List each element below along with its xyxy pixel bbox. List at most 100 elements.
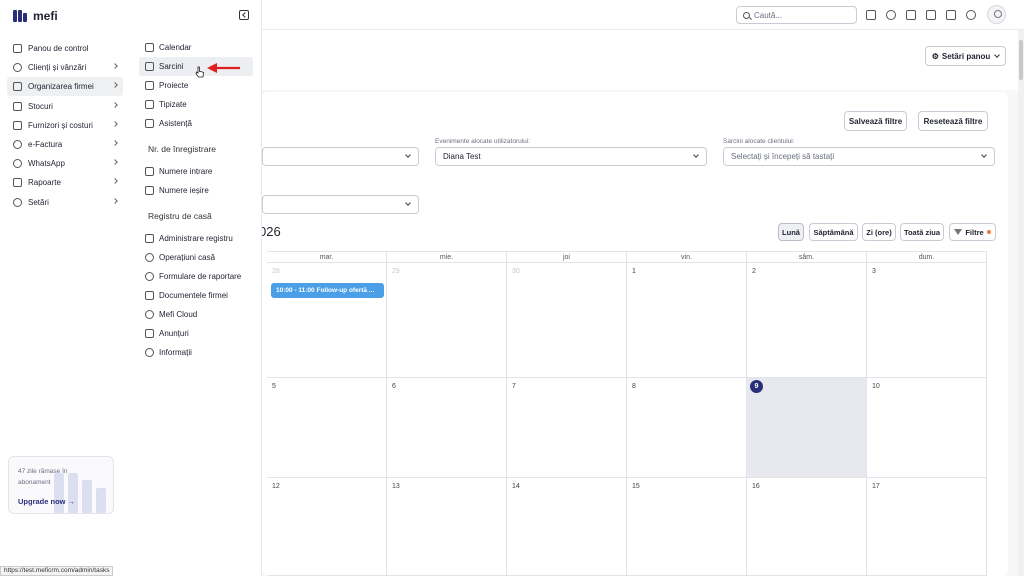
submenu-label: Administrare registru	[159, 234, 233, 243]
submenu-item-outgoing-numbers[interactable]: Numere ieșire	[139, 181, 253, 200]
sidebar-item-settings[interactable]: Setări	[7, 193, 123, 212]
sidebar-item-label: Organizarea firmei	[28, 82, 94, 92]
day-number: 14	[512, 483, 520, 490]
logo-icon	[13, 10, 29, 22]
checklist-icon[interactable]	[926, 10, 936, 20]
sidebar-item-suppliers[interactable]: Furnizori și costuri	[7, 116, 123, 135]
calendar-day-cell[interactable]: 17	[867, 478, 987, 576]
calendar-day-cell[interactable]: 14	[507, 478, 627, 576]
sidebar-item-efactura[interactable]: e-Factura	[7, 135, 123, 154]
save-filters-button[interactable]: Salvează filtre	[844, 111, 907, 131]
filter-select-1[interactable]	[262, 147, 419, 166]
chevron-down-icon	[405, 200, 411, 206]
chevron-right-icon	[112, 82, 118, 89]
calendar-day-cell[interactable]: 28	[267, 263, 387, 378]
bell-icon[interactable]	[966, 10, 976, 20]
upgrade-card: 47 zile rămase în abonament Upgrade now …	[8, 456, 114, 514]
calendar-day-cell[interactable]: 6	[387, 378, 507, 478]
messages-icon[interactable]	[946, 10, 956, 20]
reset-filters-button[interactable]: Resetează filtre	[918, 111, 988, 131]
day-header: sâm.	[747, 251, 867, 263]
user-avatar[interactable]	[987, 5, 1006, 24]
submenu-item-calendar[interactable]: Calendar	[139, 38, 253, 57]
search-placeholder: Caută...	[754, 10, 783, 20]
calendar-day-cell[interactable]: 3	[867, 263, 987, 378]
calendar-day-cell[interactable]: 8	[627, 378, 747, 478]
submenu-item-projects[interactable]: Proiecte	[139, 76, 253, 95]
view-week-button[interactable]: Săptămână	[809, 223, 858, 241]
calendar-day-cell[interactable]: 1	[627, 263, 747, 378]
submenu-item-templates[interactable]: Tipizate	[139, 95, 253, 114]
filter-user-select[interactable]: Diana Test	[435, 147, 707, 166]
scrollbar-thumb[interactable]	[1019, 40, 1023, 80]
calendar-event[interactable]: 10:00 - 11:00 Follow-up ofertă ...	[271, 283, 384, 298]
calendar-day-cell-today[interactable]: 9	[747, 378, 867, 478]
chevron-right-icon	[112, 178, 118, 185]
calendar-icon[interactable]	[906, 10, 916, 20]
submenu-item-report-forms[interactable]: Formulare de raportare	[139, 267, 253, 286]
timer-icon[interactable]	[886, 10, 896, 20]
panel-settings-button[interactable]: ⚙ Setări panou	[925, 46, 1006, 66]
submenu-label: Asistență	[159, 119, 192, 128]
submenu-label: Mefi Cloud	[159, 310, 198, 319]
sidebar-item-reports[interactable]: Rapoarte	[7, 173, 123, 192]
calendar-day-cell[interactable]: 16	[747, 478, 867, 576]
sidebar-item-stock[interactable]: Stocuri	[7, 97, 123, 116]
sidebar-item-label: Furnizori și costuri	[28, 120, 93, 130]
calendar-day-cell[interactable]: 12	[267, 478, 387, 576]
box-icon	[13, 101, 22, 111]
sidebar-item-label: Rapoarte	[28, 178, 61, 188]
main-top-bar	[262, 30, 1018, 90]
day-number: 3	[872, 268, 876, 275]
view-month-button[interactable]: Lună	[778, 223, 804, 241]
submenu-item-announcements[interactable]: Anunțuri	[139, 324, 253, 343]
filter-client-label: Sarcini alocate clientului:	[723, 138, 795, 145]
day-number: 5	[272, 383, 276, 390]
upgrade-link[interactable]: Upgrade now →	[18, 497, 75, 506]
submenu-item-information[interactable]: Informații	[139, 343, 253, 362]
add-icon[interactable]	[866, 10, 876, 20]
submenu-item-cash-operations[interactable]: Operațiuni casă	[139, 248, 253, 267]
calendar-day-cell[interactable]: 7	[507, 378, 627, 478]
brand-name: mefi	[33, 9, 58, 23]
collapse-sidebar-icon[interactable]	[239, 10, 249, 20]
calendar-day-cell[interactable]: 10	[867, 378, 987, 478]
submenu-item-register-admin[interactable]: Administrare registru	[139, 229, 253, 248]
view-allday-button[interactable]: Toată ziua	[900, 223, 944, 241]
sidebar-item-organization[interactable]: Organizarea firmei	[7, 77, 123, 97]
folder-icon	[145, 291, 154, 300]
submenu-item-company-documents[interactable]: Documentele firmei	[139, 286, 253, 305]
calendar-day-cell[interactable]: 13	[387, 478, 507, 576]
filter-select-2[interactable]	[262, 195, 419, 214]
calendar-day-cell[interactable]: 30	[507, 263, 627, 378]
day-header: mie.	[387, 251, 507, 263]
day-number: 16	[752, 483, 760, 490]
calendar-day-cell[interactable]: 15	[627, 478, 747, 576]
sidebar-item-whatsapp[interactable]: WhatsApp	[7, 154, 123, 173]
scrollbar[interactable]	[1018, 30, 1024, 576]
sidebar-item-dashboard[interactable]: Panou de control	[7, 39, 123, 58]
home-icon	[13, 44, 22, 53]
day-header: mar.	[267, 251, 387, 263]
view-day-button[interactable]: Zi (ore)	[862, 223, 896, 241]
submenu-item-assistance[interactable]: Asistență	[139, 114, 253, 133]
submenu-label: Operațiuni casă	[159, 253, 216, 262]
calendar-day-cell[interactable]: 29	[387, 263, 507, 378]
sidebar: mefi Panou de control Clienți și vânzări…	[0, 0, 130, 576]
brand-logo[interactable]: mefi	[13, 9, 58, 23]
calendar-day-cell[interactable]: 5	[267, 378, 387, 478]
filter-client-select[interactable]: Selectați și începeți să tastați	[723, 147, 995, 166]
sidebar-item-label: e-Factura	[28, 139, 63, 149]
search-input[interactable]: Caută...	[736, 6, 857, 24]
chat-icon	[13, 159, 22, 169]
sidebar-item-clients[interactable]: Clienți și vânzări	[7, 58, 123, 77]
submenu-item-mefi-cloud[interactable]: Mefi Cloud	[139, 305, 253, 324]
calendar-icon	[145, 43, 154, 52]
day-number: 17	[872, 483, 880, 490]
filters-button[interactable]: Filtre	[949, 223, 996, 241]
day-number: 30	[512, 268, 520, 275]
day-number: 13	[392, 483, 400, 490]
submenu-item-incoming-numbers[interactable]: Numere intrare	[139, 162, 253, 181]
chevron-right-icon	[112, 63, 118, 70]
calendar-day-cell[interactable]: 2	[747, 263, 867, 378]
